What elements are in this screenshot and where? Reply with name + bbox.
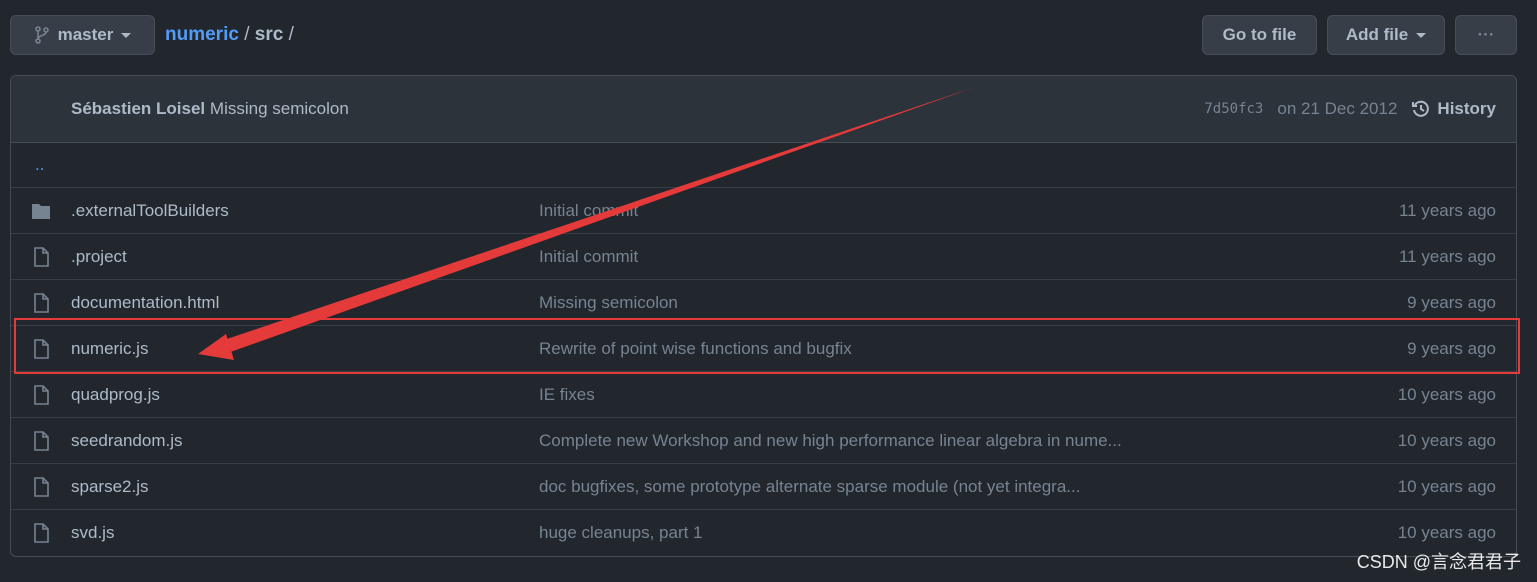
file-row[interactable]: .project Initial commit 11 years ago xyxy=(11,234,1516,280)
commit-age: 9 years ago xyxy=(1407,292,1496,312)
file-icon xyxy=(11,523,71,543)
file-icon xyxy=(11,384,71,405)
commit-age: 10 years ago xyxy=(1397,384,1496,404)
history-label: History xyxy=(1437,99,1496,118)
branch-icon xyxy=(34,26,49,44)
file-name-link[interactable]: seedrandom.js xyxy=(71,431,539,451)
commit-age: 11 years ago xyxy=(1398,200,1496,220)
file-name-link[interactable]: .externalToolBuilders xyxy=(71,201,539,221)
file-icon xyxy=(11,430,71,451)
commit-message-link[interactable]: Initial commit xyxy=(539,201,1316,221)
file-browser: Sébastien Loisel Missing semicolon 7d50f… xyxy=(10,75,1517,557)
file-icon xyxy=(11,246,71,267)
file-name-link[interactable]: quadprog.js xyxy=(71,385,539,405)
breadcrumb-sep: / xyxy=(288,24,294,45)
commit-age: 11 years ago xyxy=(1398,246,1496,266)
file-row[interactable]: svd.js huge cleanups, part 1 10 years ag… xyxy=(11,510,1516,556)
commit-message[interactable]: Missing semicolon xyxy=(210,99,349,119)
file-name-link[interactable]: .project xyxy=(71,247,539,267)
chevron-down-icon xyxy=(1416,32,1427,38)
folder-icon xyxy=(11,202,71,220)
file-row[interactable]: seedrandom.js Complete new Workshop and … xyxy=(11,418,1516,464)
file-name-link[interactable]: documentation.html xyxy=(71,293,539,313)
commit-sha[interactable]: 7d50fc3 xyxy=(1204,101,1263,117)
commit-message-link[interactable]: Initial commit xyxy=(539,247,1316,267)
more-options-button[interactable]: ··· xyxy=(1455,15,1517,55)
file-row[interactable]: .externalToolBuilders Initial commit 11 … xyxy=(11,188,1516,234)
branch-button[interactable]: master xyxy=(10,15,155,55)
commit-age: 10 years ago xyxy=(1397,523,1496,542)
file-name-link[interactable]: sparse2.js xyxy=(71,477,539,497)
highlight-box xyxy=(14,318,1520,374)
file-icon xyxy=(11,292,71,313)
commit-age: 10 years ago xyxy=(1397,476,1496,496)
commit-message-link[interactable]: Missing semicolon xyxy=(539,293,1316,313)
commit-author[interactable]: Sébastien Loisel xyxy=(71,99,205,119)
file-row[interactable]: quadprog.js IE fixes 10 years ago xyxy=(11,372,1516,418)
breadcrumb-sep: / xyxy=(244,24,250,45)
add-file-label: Add file xyxy=(1345,25,1409,44)
breadcrumb-dir: src xyxy=(254,24,284,45)
file-icon xyxy=(11,476,71,497)
add-file-button[interactable]: Add file xyxy=(1327,15,1445,55)
watermark: CSDN @言念君君子 xyxy=(1356,552,1521,572)
file-row[interactable]: sparse2.js doc bugfixes, some prototype … xyxy=(11,464,1516,510)
commit-message-link[interactable]: doc bugfixes, some prototype alternate s… xyxy=(539,477,1316,497)
latest-commit-bar: Sébastien Loisel Missing semicolon 7d50f… xyxy=(11,76,1516,143)
chevron-down-icon xyxy=(121,32,132,38)
breadcrumb-repo-link[interactable]: numeric xyxy=(165,24,239,45)
breadcrumb: numeric / src / xyxy=(165,24,294,46)
file-name-link[interactable]: svd.js xyxy=(71,523,539,543)
commit-message-link[interactable]: huge cleanups, part 1 xyxy=(539,523,1316,543)
commit-date: on 21 Dec 2012 xyxy=(1277,99,1398,118)
commit-message-link[interactable]: IE fixes xyxy=(539,385,1316,405)
history-icon xyxy=(1412,100,1430,117)
parent-directory-link[interactable]: .. xyxy=(11,143,1516,188)
commit-message-link[interactable]: Complete new Workshop and new high perfo… xyxy=(539,431,1316,451)
commit-age: 10 years ago xyxy=(1397,430,1496,450)
history-link[interactable]: History xyxy=(1411,99,1496,119)
branch-label: master xyxy=(57,25,114,44)
go-to-file-button[interactable]: Go to file xyxy=(1202,15,1317,55)
